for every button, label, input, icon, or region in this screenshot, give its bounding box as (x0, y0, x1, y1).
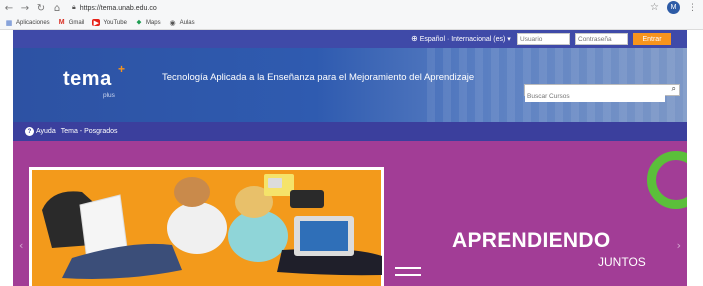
forward-icon[interactable]: → (18, 1, 32, 15)
search-icon[interactable]: ⌕ (672, 84, 676, 94)
logo-plus-icon: + (118, 62, 126, 76)
bookmark-aulas[interactable]: ◉ Aulas (169, 18, 195, 27)
help-icon: ? (25, 127, 34, 136)
logo-text: tema (63, 68, 112, 90)
carousel-prev-icon[interactable]: ‹ (19, 239, 23, 252)
bookmark-star-icon[interactable]: ☆ (650, 2, 659, 13)
url-field[interactable]: 🔒︎ https://tema.unab.edu.co (72, 2, 157, 14)
password-input[interactable] (575, 33, 628, 45)
logo-subtext: plus (103, 92, 115, 99)
students-photo (29, 167, 384, 286)
tema-logo[interactable]: tema + plus (63, 62, 125, 99)
home-icon[interactable]: ⌂ (50, 1, 64, 15)
lock-icon: 🔒︎ (72, 4, 76, 11)
bookmark-label: Maps (145, 19, 161, 26)
language-label: Español · Internacional (es) ▾ (419, 35, 511, 43)
decorative-stripes (395, 267, 421, 281)
browser-address-bar: ← → ↻ ⌂ 🔒︎ https://tema.unab.edu.co ☆ M … (0, 0, 703, 16)
language-selector[interactable]: ⊕ Español · Internacional (es) ▾ (411, 34, 511, 43)
globe-icon: ⊕ (411, 34, 418, 43)
gmail-icon: M (58, 19, 65, 26)
bookmark-label: Aulas (179, 19, 195, 26)
menu-icon[interactable]: ⋮ (688, 3, 697, 13)
nav-label: Tema - Posgrados (60, 128, 118, 135)
bookmark-label: YouTube (103, 19, 127, 26)
bookmark-gmail[interactable]: M Gmail (58, 19, 85, 26)
hero-banner: ‹ › APRENDIENDO JUNTOS (13, 141, 687, 286)
bookmark-maps[interactable]: ⬥ Maps (135, 18, 161, 26)
site-topbar: ⊕ Español · Internacional (es) ▾ Entrar (13, 30, 687, 48)
login-button[interactable]: Entrar (633, 33, 671, 45)
site-header: tema + plus Tecnología Aplicada a la Ens… (13, 48, 687, 122)
bookmark-label: Aplicaciones (16, 19, 50, 26)
bookmark-label: Gmail (68, 19, 85, 26)
students-illustration (42, 174, 382, 279)
banner-subline: JUNTOS (598, 255, 646, 269)
reload-icon[interactable]: ↻ (34, 1, 48, 15)
site-nav: ? Ayuda Tema - Posgrados (13, 122, 687, 141)
url-text: https://tema.unab.edu.co (79, 4, 157, 12)
bookmarks-bar: ▦ Aplicaciones M Gmail ▶ YouTube ⬥ Maps … (0, 16, 703, 30)
maps-icon: ⬥ (136, 18, 142, 26)
youtube-icon: ▶ (92, 19, 101, 27)
nav-item-ayuda[interactable]: ? Ayuda (25, 127, 56, 136)
apps-icon: ▦ (5, 18, 13, 27)
back-icon[interactable]: ← (2, 1, 16, 15)
site-tagline: Tecnología Aplicada a la Enseñanza para … (162, 72, 475, 83)
nav-label: Ayuda (36, 128, 56, 135)
aulas-icon: ◉ (169, 18, 176, 27)
search-input[interactable] (525, 91, 665, 102)
username-input[interactable] (517, 33, 570, 45)
bookmark-apps[interactable]: ▦ Aplicaciones (5, 18, 50, 27)
nav-item-posgrados[interactable]: Tema - Posgrados (61, 128, 118, 135)
carousel-next-icon[interactable]: › (677, 239, 681, 252)
green-ring-decoration (647, 151, 687, 209)
profile-avatar[interactable]: M (667, 1, 680, 14)
course-search: ⌕ (524, 84, 680, 102)
banner-headline: APRENDIENDO (452, 229, 611, 252)
bookmark-youtube[interactable]: ▶ YouTube (92, 19, 127, 27)
